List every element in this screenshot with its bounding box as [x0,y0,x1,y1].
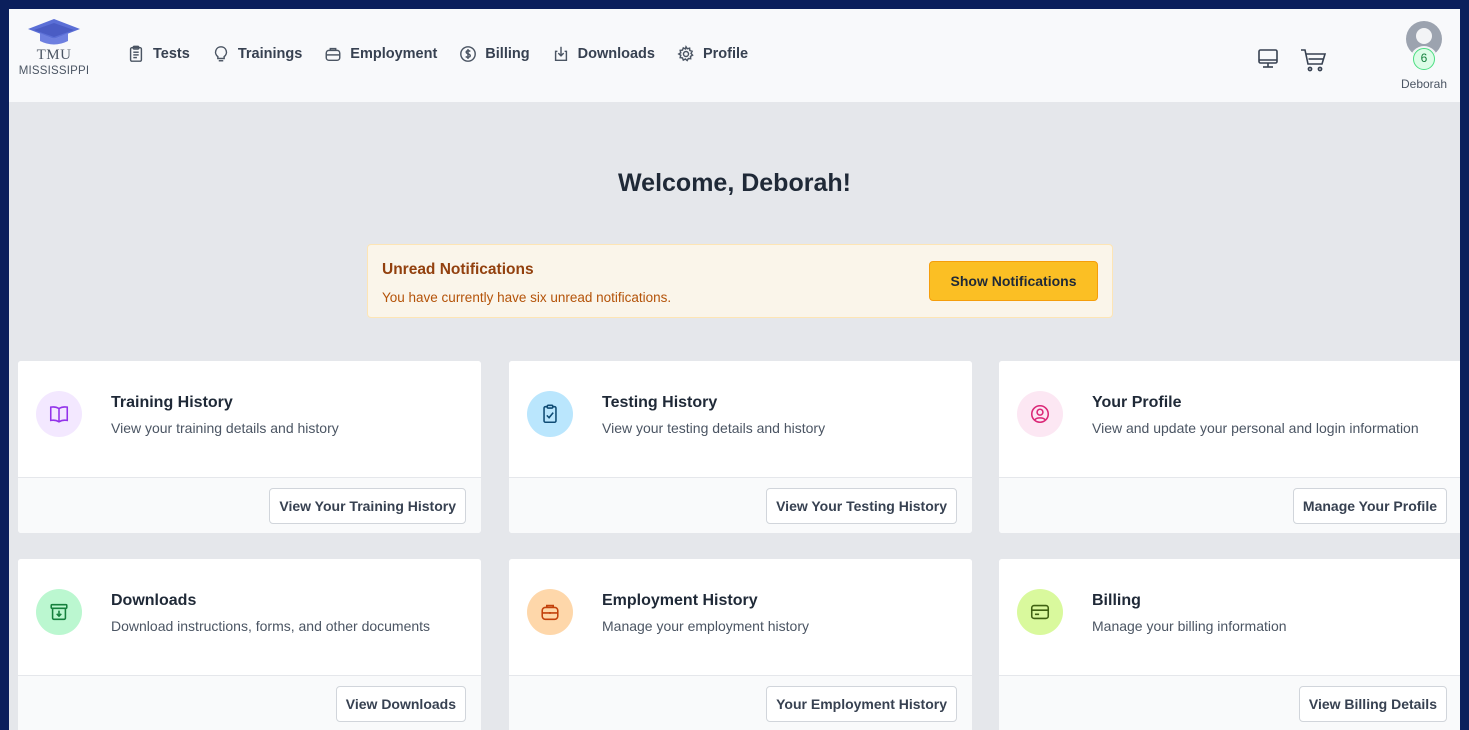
card-description: View and update your personal and login … [1092,420,1419,436]
card-description: Manage your billing information [1092,618,1287,634]
user-circle-icon [1030,404,1050,424]
monitor-button[interactable] [1256,47,1280,76]
gear-icon [677,45,694,62]
card-testing-history: Testing History View your testing detail… [508,360,973,534]
card-icon-wrap [36,589,82,635]
card-description: Download instructions, forms, and other … [111,618,431,634]
card-icon-wrap [1017,391,1063,437]
nav-downloads-label: Downloads [577,46,655,62]
card-title: Downloads [111,592,197,609]
shopping-cart-icon [1301,49,1327,72]
notification-text: You have currently have six unread notif… [382,290,672,305]
briefcase-icon [541,604,559,621]
card-icon-wrap [527,589,573,635]
notification-count-badge: 6 [1413,48,1435,70]
show-notifications-button[interactable]: Show Notifications [929,261,1098,301]
briefcase-icon [325,47,341,62]
nav-billing-label: Billing [485,46,530,62]
cart-button[interactable] [1299,47,1327,78]
download-icon [554,46,567,62]
lightbulb-icon [214,46,227,62]
manage-profile-button[interactable]: Manage Your Profile [1292,488,1447,524]
brand-name: TMU [36,47,72,63]
view-training-history-button[interactable]: View Your Training History [269,488,466,524]
card-title: Employment History [602,592,758,609]
nav-tests[interactable]: Tests [127,45,190,63]
card-description: View your training details and history [111,420,339,436]
view-downloads-button[interactable]: View Downloads [335,686,466,722]
card-description: View your testing details and history [602,420,826,436]
notification-title: Unread Notifications [382,261,534,278]
brand-state: MISSISSIPPI [18,65,90,77]
nav-profile[interactable]: Profile [677,45,748,63]
nav-tests-label: Tests [153,46,190,62]
monitor-icon [1258,49,1278,68]
book-icon [49,406,69,423]
dollar-icon [460,46,477,62]
card-title: Training History [111,394,233,411]
card-employment-history: Employment History Manage your employmen… [508,558,973,730]
clipboard-check-icon [543,404,557,424]
nav-billing[interactable]: Billing [459,45,530,63]
view-testing-history-button[interactable]: View Your Testing History [766,488,957,524]
nav-downloads[interactable]: Downloads [552,45,655,63]
graduation-cap-icon [28,19,80,45]
user-menu[interactable]: 6 Deborah [1397,19,1457,99]
clipboard-icon [129,45,143,62]
nav-employment[interactable]: Employment [324,45,437,63]
card-icon-wrap [1017,589,1063,635]
employment-history-button[interactable]: Your Employment History [766,686,957,722]
archive-download-icon [50,603,68,621]
card-description: Manage your employment history [602,618,809,634]
card-title: Billing [1092,592,1141,609]
brand-logo[interactable]: TMU MISSISSIPPI [9,17,99,97]
notification-alert: Unread Notifications You have currently … [367,244,1113,318]
card-icon-wrap [36,391,82,437]
nav-trainings-label: Trainings [237,46,303,62]
nav-trainings[interactable]: Trainings [212,45,302,63]
card-title: Testing History [602,394,718,411]
card-title: Your Profile [1092,394,1182,411]
page-title: Welcome, Deborah! [618,169,851,197]
card-training-history: Training History View your training deta… [17,360,482,534]
card-downloads: Downloads Download instructions, forms, … [17,558,482,730]
user-name: Deborah [1400,77,1448,91]
credit-card-icon [1030,604,1050,620]
app-frame: TMU MISSISSIPPI Tests Trainings Employme… [9,9,1460,730]
card-icon-wrap [527,391,573,437]
top-navbar: TMU MISSISSIPPI Tests Trainings Employme… [9,9,1460,102]
nav-profile-label: Profile [702,46,749,62]
card-your-profile: Your Profile View and update your person… [998,360,1460,534]
nav-employment-label: Employment [350,46,438,62]
card-billing: Billing Manage your billing information … [998,558,1460,730]
view-billing-details-button[interactable]: View Billing Details [1298,686,1447,722]
main-nav: Tests Trainings Employment Billing Downl… [127,45,770,63]
